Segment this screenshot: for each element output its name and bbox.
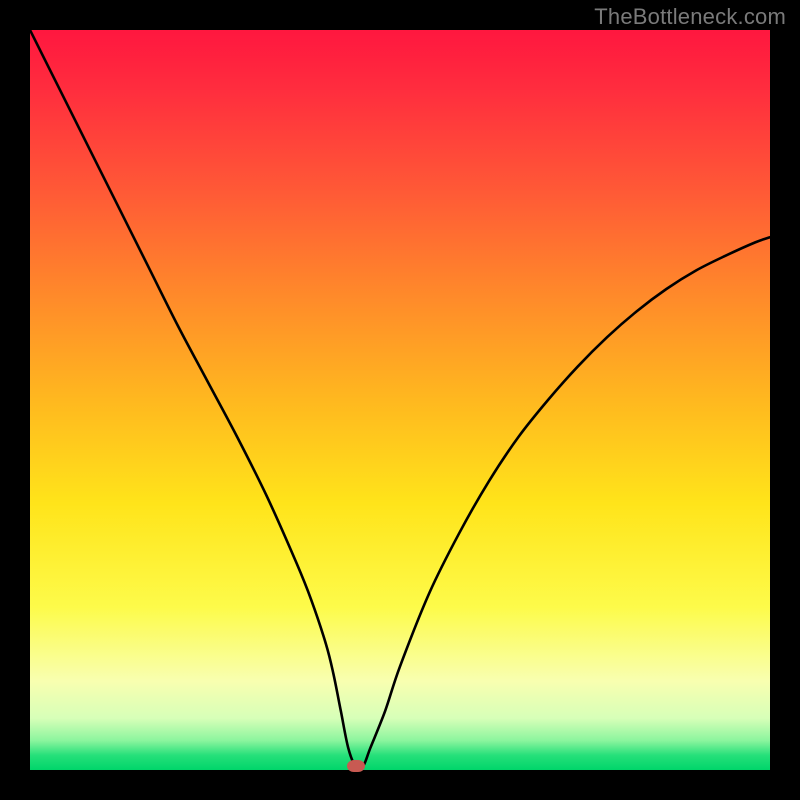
watermark-text: TheBottleneck.com (594, 4, 786, 30)
plot-area (30, 30, 770, 770)
optimal-marker (347, 760, 365, 772)
chart-frame: TheBottleneck.com (0, 0, 800, 800)
bottleneck-curve (30, 30, 770, 770)
